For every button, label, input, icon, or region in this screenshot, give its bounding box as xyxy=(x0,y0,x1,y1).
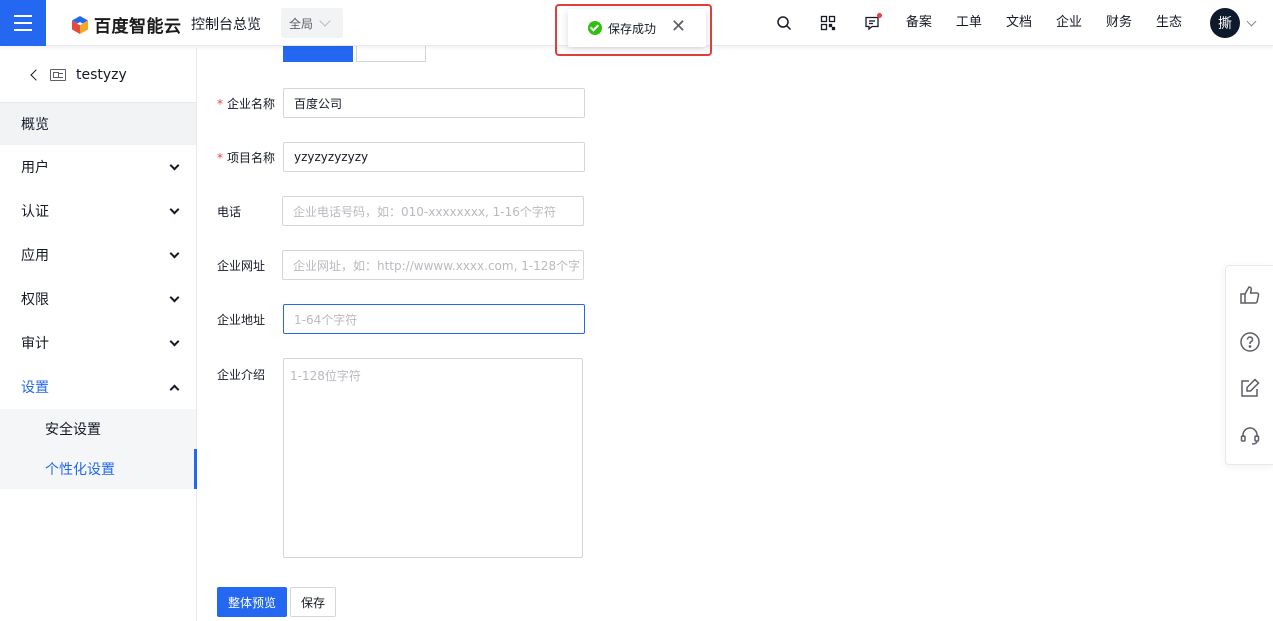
intro-label: 企业介绍 xyxy=(217,368,266,382)
qr-code-icon[interactable] xyxy=(806,0,850,46)
message-icon[interactable] xyxy=(850,0,894,46)
phone-input[interactable]: 企业电话号码，如：010-xxxxxxxx, 1-16个字符 xyxy=(282,196,584,226)
back-arrow-icon[interactable] xyxy=(30,69,42,81)
sidebar-item-label: 概览 xyxy=(21,117,49,133)
project-name: testyzy xyxy=(76,67,127,83)
sidebar-item-label: 认证 xyxy=(21,204,49,220)
toast-message: 保存成功 xyxy=(608,21,657,36)
nav-link-docs[interactable]: 文档 xyxy=(994,0,1044,46)
chevron-down-icon xyxy=(169,336,180,346)
nav-link-ticket[interactable]: 工单 xyxy=(944,0,994,46)
form-row-project-name: * 项目名称 yzyzyzyzyzy xyxy=(217,142,585,172)
sidebar-item-auth[interactable]: 认证 xyxy=(0,189,196,233)
sidebar-item-permissions[interactable]: 权限 xyxy=(0,277,196,321)
menu-line xyxy=(14,29,32,31)
chevron-down-icon xyxy=(319,15,331,27)
sidebar-item-audit[interactable]: 审计 xyxy=(0,321,196,365)
project-header: testyzy xyxy=(0,48,196,103)
nav-link-icp[interactable]: 备案 xyxy=(894,0,944,46)
sidebar-subitem-security[interactable]: 安全设置 xyxy=(0,409,196,449)
required-mark: * xyxy=(217,150,223,165)
sidebar-item-label: 权限 xyxy=(21,292,49,308)
sidebar-item-label: 设置 xyxy=(21,380,49,396)
cloud-cube-logo-icon xyxy=(72,15,88,34)
chevron-up-icon xyxy=(169,384,180,394)
required-mark: * xyxy=(217,96,223,111)
edit-feedback-icon[interactable] xyxy=(1237,375,1263,401)
thumbs-up-icon[interactable] xyxy=(1237,282,1263,308)
label-text: 项目名称 xyxy=(227,150,276,165)
sidebar-item-label: 审计 xyxy=(21,336,49,352)
sidebar-item-users[interactable]: 用户 xyxy=(0,145,196,189)
form-row-address: 企业地址 1-64个字符 xyxy=(217,304,585,334)
project-name-label: * 项目名称 xyxy=(217,149,283,166)
chevron-down-icon[interactable] xyxy=(1246,16,1257,26)
floating-toolbar xyxy=(1225,265,1273,465)
id-card-icon xyxy=(50,69,66,81)
nav-link-finance[interactable]: 财务 xyxy=(1094,0,1144,46)
check-circle-icon xyxy=(588,21,602,35)
headset-support-icon[interactable] xyxy=(1237,422,1263,448)
partial-primary-button[interactable] xyxy=(283,46,353,62)
help-icon[interactable] xyxy=(1237,329,1263,355)
logo-text: 百度智能云 xyxy=(94,17,182,37)
baidu-cloud-logo[interactable]: 百度智能云 xyxy=(70,12,182,37)
label-text: 企业名称 xyxy=(227,96,276,111)
preview-button[interactable]: 整体预览 xyxy=(217,587,287,617)
form-row-intro: 企业介绍 1-128位字符 xyxy=(217,358,583,558)
search-icon[interactable] xyxy=(762,0,806,46)
partial-default-button[interactable] xyxy=(356,46,426,62)
close-icon[interactable]: ✕ xyxy=(671,18,686,36)
website-input[interactable]: 企业网址，如：http://wwww.xxxx.com, 1-128个字 xyxy=(282,250,584,280)
nav-link-enterprise[interactable]: 企业 xyxy=(1044,0,1094,46)
nav-link-ecosystem[interactable]: 生态 xyxy=(1144,0,1194,46)
company-name-input[interactable]: 百度公司 xyxy=(283,88,585,118)
form-row-website: 企业网址 企业网址，如：http://wwww.xxxx.com, 1-128个… xyxy=(217,250,584,280)
chevron-down-icon xyxy=(169,248,180,258)
region-scope-select[interactable]: 全局 xyxy=(281,8,343,38)
main-content: * 企业名称 百度公司 * 项目名称 yzyzyzyzyzy 电话 企业电话号码，如… xyxy=(197,46,1225,621)
project-name-input[interactable]: yzyzyzyzyzy xyxy=(283,142,585,172)
top-right-nav: 备案 工单 文档 企业 财务 生态 撕 xyxy=(762,0,1273,46)
chevron-down-icon xyxy=(169,204,180,214)
form-row-phone: 电话 企业电话号码，如：010-xxxxxxxx, 1-16个字符 xyxy=(217,196,584,226)
address-label: 企业地址 xyxy=(217,312,266,327)
user-avatar[interactable]: 撕 xyxy=(1210,8,1240,38)
menu-line xyxy=(14,22,32,24)
settings-submenu: 安全设置 个性化设置 xyxy=(0,409,197,489)
hamburger-menu-button[interactable] xyxy=(0,0,46,46)
sidebar-item-label: 应用 xyxy=(21,248,49,264)
sidebar-item-label: 用户 xyxy=(21,160,49,176)
phone-label: 电话 xyxy=(217,204,242,219)
sidebar-item-apps[interactable]: 应用 xyxy=(0,233,196,277)
console-overview-link[interactable]: 控制台总览 xyxy=(191,14,261,34)
sidebar-item-settings[interactable]: 设置 xyxy=(0,365,196,409)
scope-value: 全局 xyxy=(289,16,314,31)
sidebar-subitem-personalization[interactable]: 个性化设置 xyxy=(0,449,197,489)
address-input[interactable]: 1-64个字符 xyxy=(283,304,585,334)
chevron-down-icon xyxy=(169,160,180,170)
sidebar-item-overview[interactable]: 概览 xyxy=(0,103,196,145)
website-label: 企业网址 xyxy=(217,258,266,273)
company-name-label: * 企业名称 xyxy=(217,95,283,112)
notification-dot xyxy=(876,13,882,18)
form-row-company-name: * 企业名称 百度公司 xyxy=(217,88,585,118)
chevron-down-icon xyxy=(169,292,180,302)
menu-line xyxy=(14,15,32,17)
sidebar: testyzy 概览 用户 认证 应用 权限 审计 设置 安全设置 个性化设置 xyxy=(0,48,197,621)
save-button[interactable]: 保存 xyxy=(290,587,336,617)
success-toast: 保存成功 ✕ xyxy=(568,9,706,47)
intro-textarea[interactable]: 1-128位字符 xyxy=(283,358,583,558)
